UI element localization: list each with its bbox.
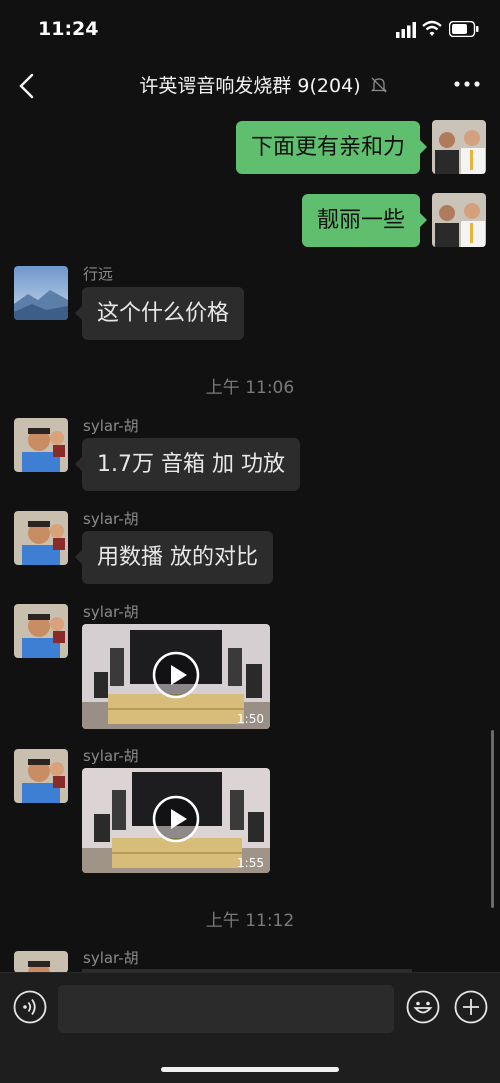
more-icon[interactable] bbox=[452, 74, 482, 94]
video-duration: 1:55 bbox=[237, 856, 264, 870]
avatar-photo bbox=[14, 604, 68, 658]
wifi-icon bbox=[422, 20, 442, 36]
play-icon[interactable] bbox=[152, 795, 200, 843]
sender-avatar[interactable] bbox=[14, 604, 68, 658]
avatar-photo bbox=[14, 951, 68, 973]
battery-icon bbox=[449, 21, 479, 37]
status-bar: 11:24 bbox=[0, 0, 500, 58]
avatar-photo bbox=[14, 511, 68, 565]
play-icon[interactable] bbox=[152, 651, 200, 699]
sender-name: sylar-胡 bbox=[83, 510, 139, 528]
emoji-icon[interactable] bbox=[406, 990, 440, 1024]
sender-avatar[interactable] bbox=[14, 951, 68, 973]
plus-icon[interactable] bbox=[454, 990, 488, 1024]
avatar-photo bbox=[14, 418, 68, 472]
chat-timestamp: 上午 11:12 bbox=[205, 911, 295, 931]
message-bubble-incoming[interactable]: 用数播 放的对比 bbox=[75, 531, 273, 584]
avatar-photo bbox=[14, 749, 68, 803]
self-avatar[interactable] bbox=[432, 193, 486, 247]
sender-avatar[interactable] bbox=[14, 418, 68, 472]
video-message[interactable]: 1:55 bbox=[82, 768, 270, 873]
message-input[interactable] bbox=[58, 985, 394, 1033]
self-avatar[interactable] bbox=[432, 120, 486, 174]
sender-name: sylar-胡 bbox=[83, 747, 139, 765]
mute-bell-icon bbox=[370, 77, 388, 93]
sender-name: sylar-胡 bbox=[83, 417, 139, 435]
sender-avatar[interactable] bbox=[14, 511, 68, 565]
sender-name: sylar-胡 bbox=[83, 949, 139, 967]
message-bubble-outgoing[interactable]: 靓丽一些 bbox=[301, 194, 428, 247]
sender-name: 行远 bbox=[83, 265, 114, 283]
message-bubble-outgoing[interactable]: 下面更有亲和力 bbox=[235, 121, 428, 174]
chat-header: 许英谔音响发烧群 9(204) bbox=[0, 58, 500, 114]
voice-icon[interactable] bbox=[13, 990, 47, 1024]
video-duration: 1:50 bbox=[237, 712, 264, 726]
sender-avatar[interactable] bbox=[14, 266, 68, 320]
avatar-photo bbox=[432, 120, 486, 174]
message-bubble-incoming[interactable]: 1.7万 音箱 加 功放 bbox=[75, 438, 300, 491]
sender-name: sylar-胡 bbox=[83, 603, 139, 621]
status-time: 11:24 bbox=[38, 18, 99, 40]
sender-avatar[interactable] bbox=[14, 749, 68, 803]
avatar-photo bbox=[432, 193, 486, 247]
home-indicator[interactable] bbox=[161, 1067, 339, 1072]
back-icon[interactable] bbox=[16, 72, 38, 100]
message-bubble-incoming[interactable]: 这个什么价格 bbox=[74, 287, 245, 340]
signal-icon bbox=[396, 22, 416, 38]
avatar-photo bbox=[14, 266, 68, 320]
video-message[interactable]: 1:50 bbox=[82, 624, 270, 729]
chat-timestamp: 上午 11:06 bbox=[205, 378, 295, 398]
chat-title: 许英谔音响发烧群 9(204) bbox=[139, 75, 361, 97]
scrollbar[interactable] bbox=[491, 730, 494, 908]
